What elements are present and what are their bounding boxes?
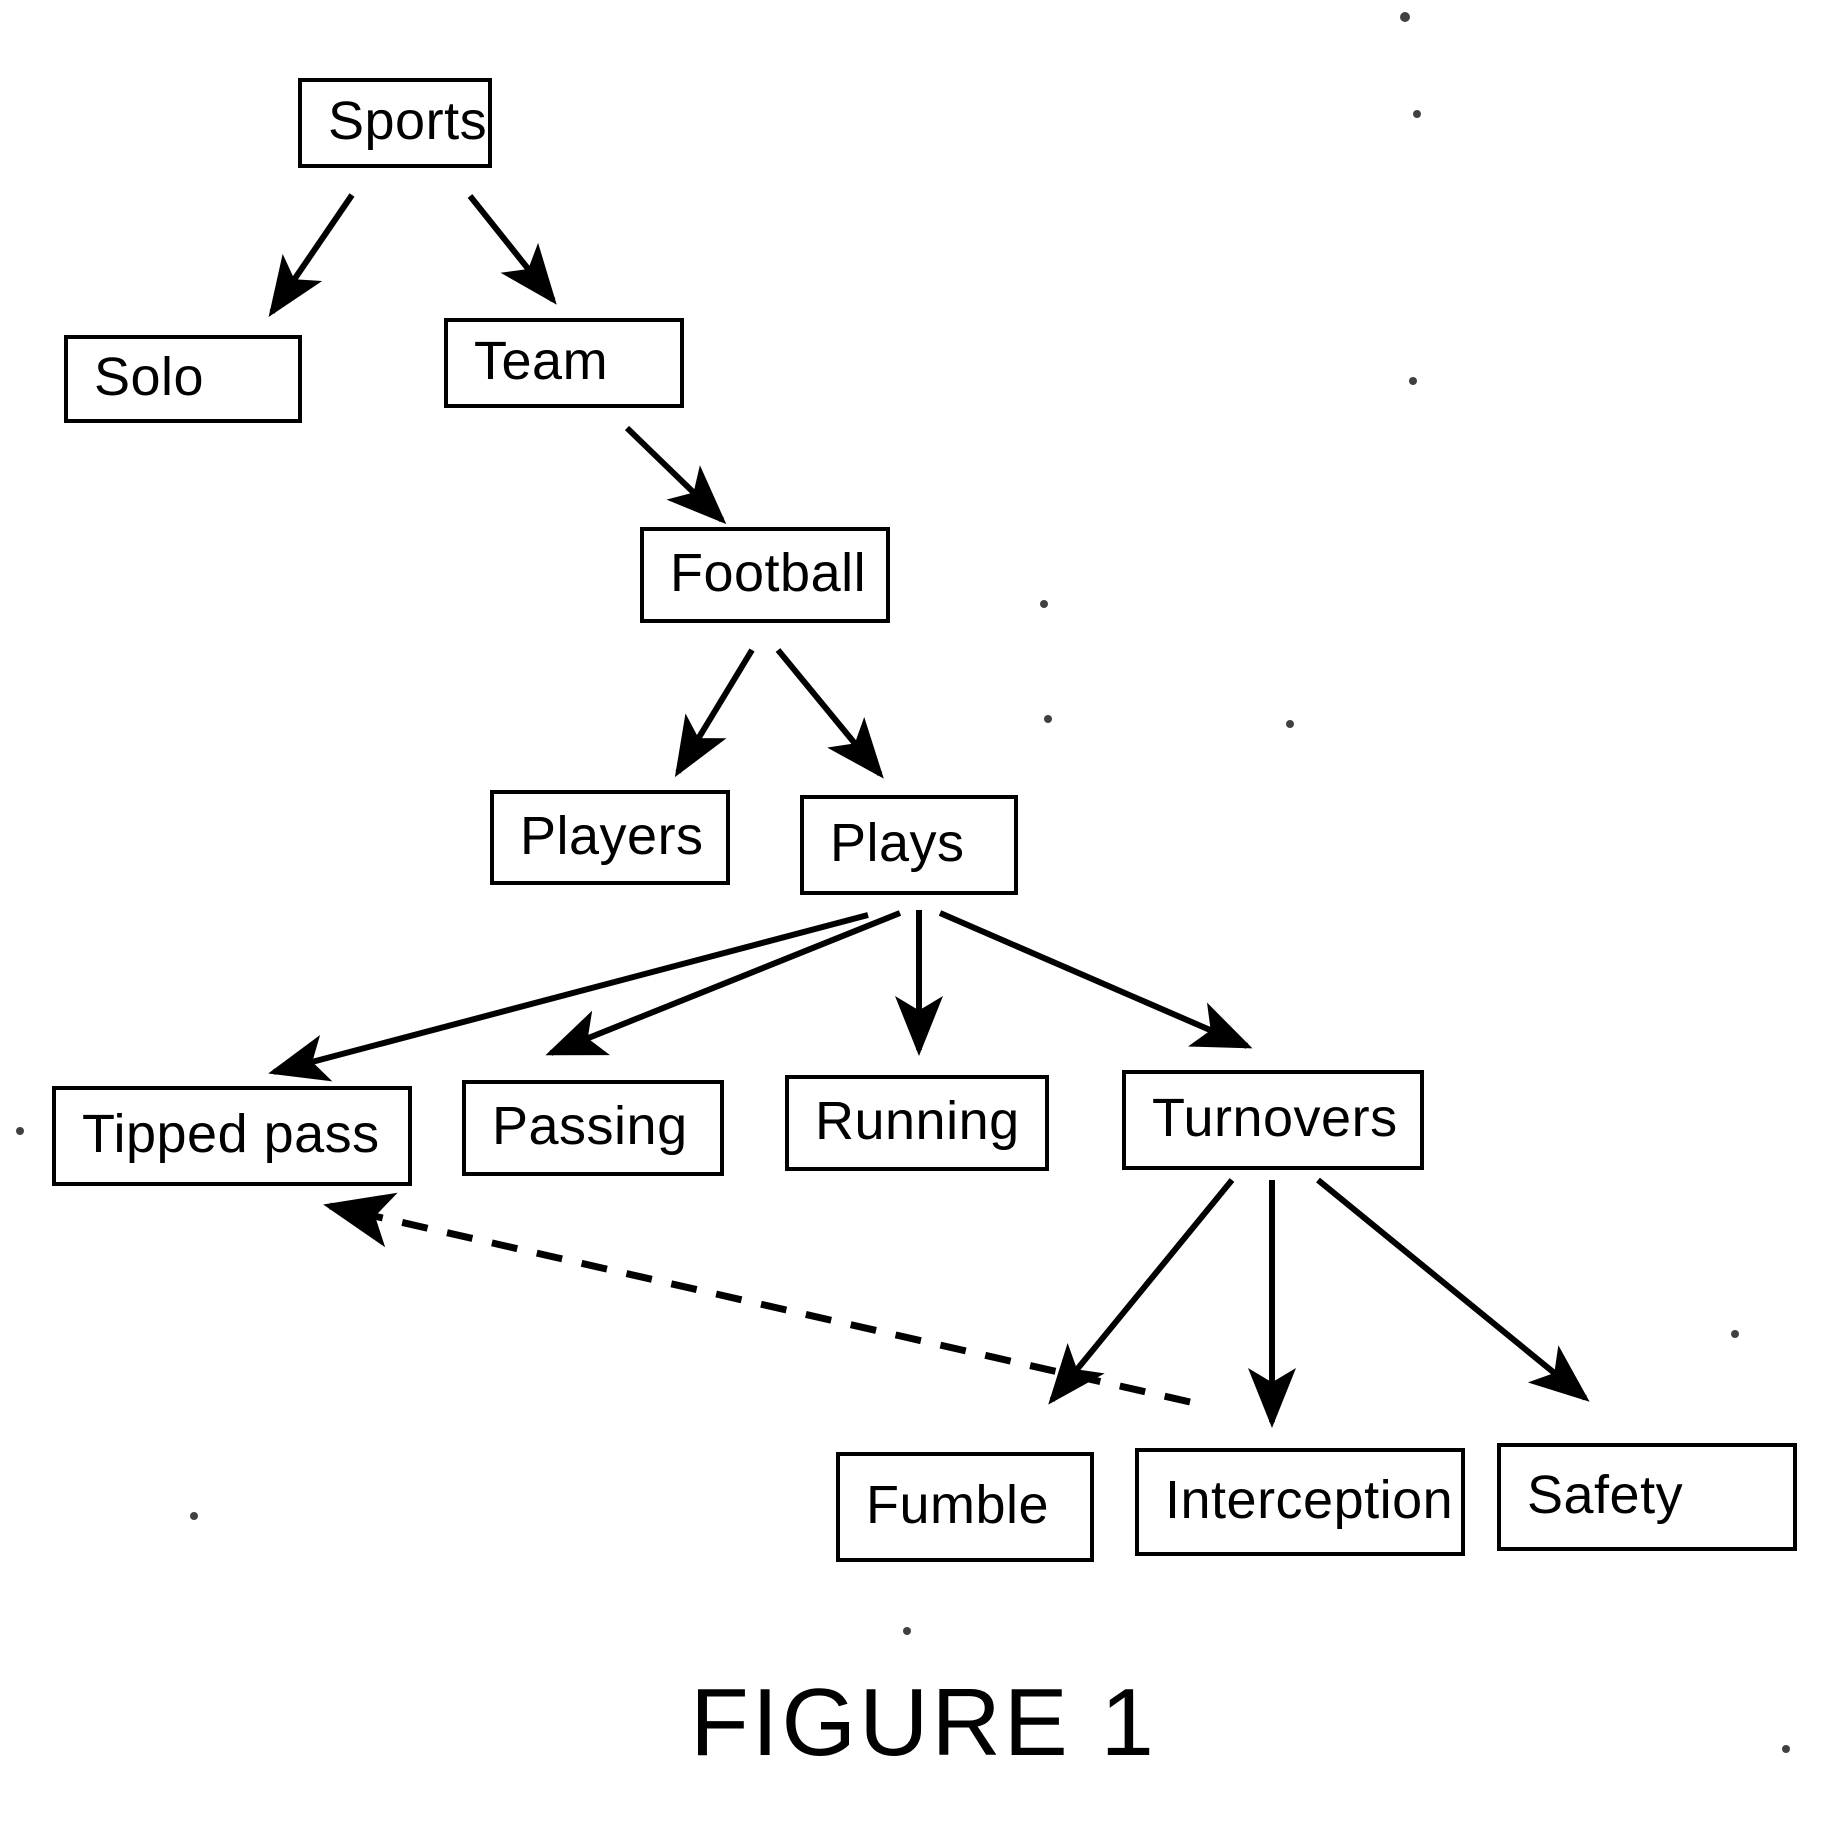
node-interception[interactable]: Interception (1135, 1448, 1465, 1556)
scan-speck (190, 1512, 198, 1520)
edge-plays-tipped_pass (268, 912, 869, 1082)
node-football[interactable]: Football (640, 527, 890, 623)
scan-speck (16, 1127, 24, 1135)
edge-football-players (674, 648, 755, 778)
scan-speck (1400, 12, 1410, 22)
node-players[interactable]: Players (490, 790, 730, 885)
scan-speck (1413, 110, 1421, 118)
node-label-turnovers: Turnovers (1152, 1088, 1398, 1148)
scan-speck (1040, 600, 1048, 608)
node-label-fumble: Fumble (866, 1475, 1050, 1535)
node-safety[interactable]: Safety (1497, 1443, 1797, 1551)
node-fumble[interactable]: Fumble (836, 1452, 1094, 1562)
edge-football-plays (775, 648, 884, 779)
node-team[interactable]: Team (444, 318, 684, 408)
node-tipped_pass[interactable]: Tipped pass (52, 1086, 412, 1186)
node-solo[interactable]: Solo (64, 335, 302, 423)
figure-caption: FIGURE 1 (690, 1669, 1157, 1776)
node-sports[interactable]: Sports (298, 78, 492, 168)
node-running[interactable]: Running (785, 1075, 1049, 1171)
scan-speck (903, 1627, 911, 1635)
node-label-sports: Sports (328, 91, 488, 151)
node-label-solo: Solo (94, 347, 205, 407)
node-label-interception: Interception (1165, 1470, 1454, 1530)
edge-team-football (624, 425, 727, 525)
scan-speck (1286, 720, 1294, 728)
edge-fumble-tipped_pass (323, 1192, 1191, 1406)
scan-speck (1731, 1330, 1739, 1338)
edge-sports-team (467, 194, 557, 305)
figure-diagram: Sports Solo Team Football Players Plays Tipped… (0, 0, 1847, 1821)
edge-turnovers-safety (1316, 1177, 1590, 1402)
edge-plays-passing (545, 910, 902, 1056)
node-label-passing: Passing (492, 1096, 688, 1156)
node-label-team: Team (474, 331, 609, 391)
node-label-players: Players (520, 805, 704, 866)
node-label-tipped_pass: Tipped pass (82, 1104, 380, 1164)
node-label-football: Football (670, 543, 867, 603)
edge-turnovers-fumble (1048, 1178, 1235, 1405)
node-passing[interactable]: Passing (462, 1080, 724, 1176)
scan-speck (1044, 715, 1052, 723)
node-plays[interactable]: Plays (800, 795, 1018, 895)
node-label-plays: Plays (830, 813, 965, 873)
node-turnovers[interactable]: Turnovers (1122, 1070, 1424, 1170)
edge-plays-turnovers (938, 910, 1253, 1049)
node-label-safety: Safety (1527, 1465, 1684, 1525)
node-label-running: Running (815, 1091, 1020, 1151)
edge-sports-solo (268, 193, 355, 317)
scan-speck (1409, 377, 1417, 385)
